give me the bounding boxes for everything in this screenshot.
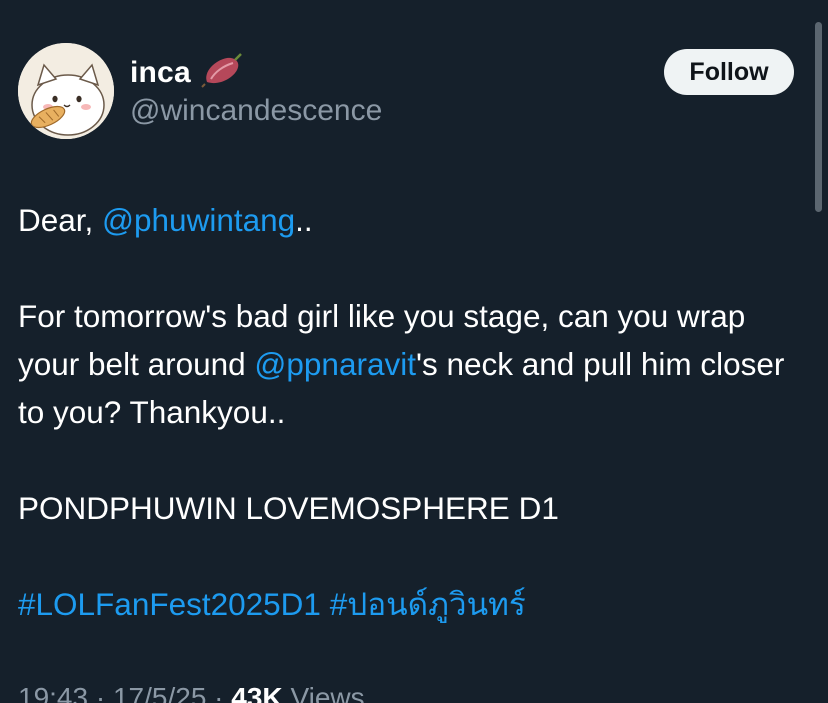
tweet-paragraph-title: PONDPHUWIN LOVEMOSPHERE D1: [18, 490, 559, 526]
mention-phuwintang[interactable]: @phuwintang: [102, 202, 295, 238]
views-label: Views: [290, 682, 365, 703]
tweet-line-greeting: Dear, @phuwintang..: [18, 196, 808, 244]
avatar[interactable]: [18, 43, 114, 139]
display-name[interactable]: inca: [130, 56, 191, 90]
tweet-paragraph-request: For tomorrow's bad girl like you stage, …: [18, 292, 808, 436]
hashtag-pondphuwin[interactable]: #ปอนด์ภูวินทร์: [330, 586, 526, 622]
greeting-text: Dear,: [18, 202, 103, 238]
cat-avatar-icon: [18, 43, 114, 139]
tweet-text: Dear, @phuwintang.. For tomorrow's bad g…: [18, 196, 808, 628]
tweet-hashtags: #LOLFanFest2025D1 #ปอนด์ภูวินทร์: [18, 580, 808, 628]
tweet-date[interactable]: 17/5/25: [113, 682, 206, 703]
views-count[interactable]: 43K: [231, 682, 282, 703]
meta-separator: ·: [214, 682, 224, 703]
scrollbar[interactable]: [815, 22, 822, 212]
user-handle[interactable]: @wincandescence: [130, 94, 382, 128]
greeting-suffix: ..: [295, 202, 313, 238]
sweet-potato-icon: [201, 52, 243, 93]
display-name-row: inca: [130, 52, 243, 93]
hashtag-lolfanfest[interactable]: #LOLFanFest2025D1: [18, 586, 321, 622]
meta-separator: ·: [95, 682, 106, 703]
tweet-meta: 19:43 · 17/5/25 · 43K Views: [18, 682, 365, 703]
tweet-page: inca @wincandescence Follow Dear, @phuwi…: [0, 0, 828, 703]
tweet-time[interactable]: 19:43: [18, 682, 88, 703]
mention-ppnaravit[interactable]: @ppnaravit: [254, 346, 416, 382]
follow-button[interactable]: Follow: [664, 49, 794, 95]
